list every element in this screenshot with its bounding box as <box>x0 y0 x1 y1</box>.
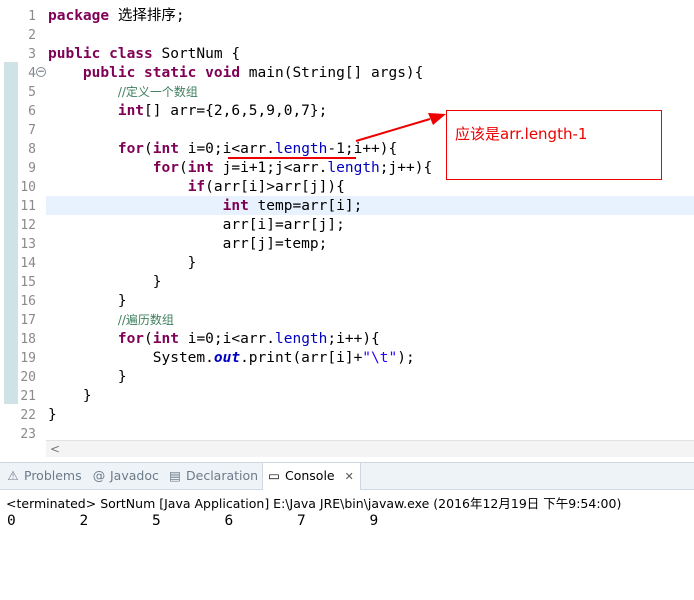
console-output-value: 0 <box>7 513 16 529</box>
console-icon: ▭ <box>268 468 280 483</box>
close-icon[interactable]: ✕ <box>345 470 354 483</box>
console-output-value: 5 <box>152 513 161 529</box>
console-output-value: 9 <box>369 513 379 529</box>
tab-console[interactable]: ▭ Console ✕ <box>262 463 361 490</box>
console-output-value: 7 <box>297 513 306 529</box>
code-editor[interactable]: 1 package 选择排序; 2 3 public class SortNum {4 … <box>0 0 694 462</box>
view-tabs: ⚠ Problems @ Javadoc ▤ Declaration ▭ Console… <box>0 463 694 490</box>
javadoc-icon: @ <box>92 468 106 483</box>
console-output-value: 2 <box>79 513 89 529</box>
horizontal-scrollbar[interactable]: < <box>46 440 694 457</box>
tab-label: Javadoc <box>110 468 159 483</box>
declaration-icon: ▤ <box>169 468 181 483</box>
bottom-panel: ⚠ Problems @ Javadoc ▤ Declaration ▭ Console… <box>0 462 694 600</box>
tab-label: Console <box>285 468 335 483</box>
annotation-underline <box>228 157 356 159</box>
tab-problems[interactable]: ⚠ Problems <box>6 463 82 489</box>
tab-declaration[interactable]: ▤ Declaration <box>168 463 258 489</box>
annotation-arrow <box>355 113 446 142</box>
tab-javadoc[interactable]: @ Javadoc <box>92 463 159 489</box>
scroll-left-icon[interactable]: < <box>50 442 60 456</box>
console-status: <terminated> SortNum [Java Application] … <box>6 496 622 511</box>
problems-icon: ⚠ <box>7 468 19 483</box>
tab-label: Declaration <box>186 468 259 483</box>
annotation-callout: 应该是arr.length-1 <box>446 110 662 180</box>
console-output-value: 6 <box>224 513 234 529</box>
tab-label: Problems <box>24 468 82 483</box>
annotation-text: 应该是arr.length-1 <box>455 125 588 143</box>
